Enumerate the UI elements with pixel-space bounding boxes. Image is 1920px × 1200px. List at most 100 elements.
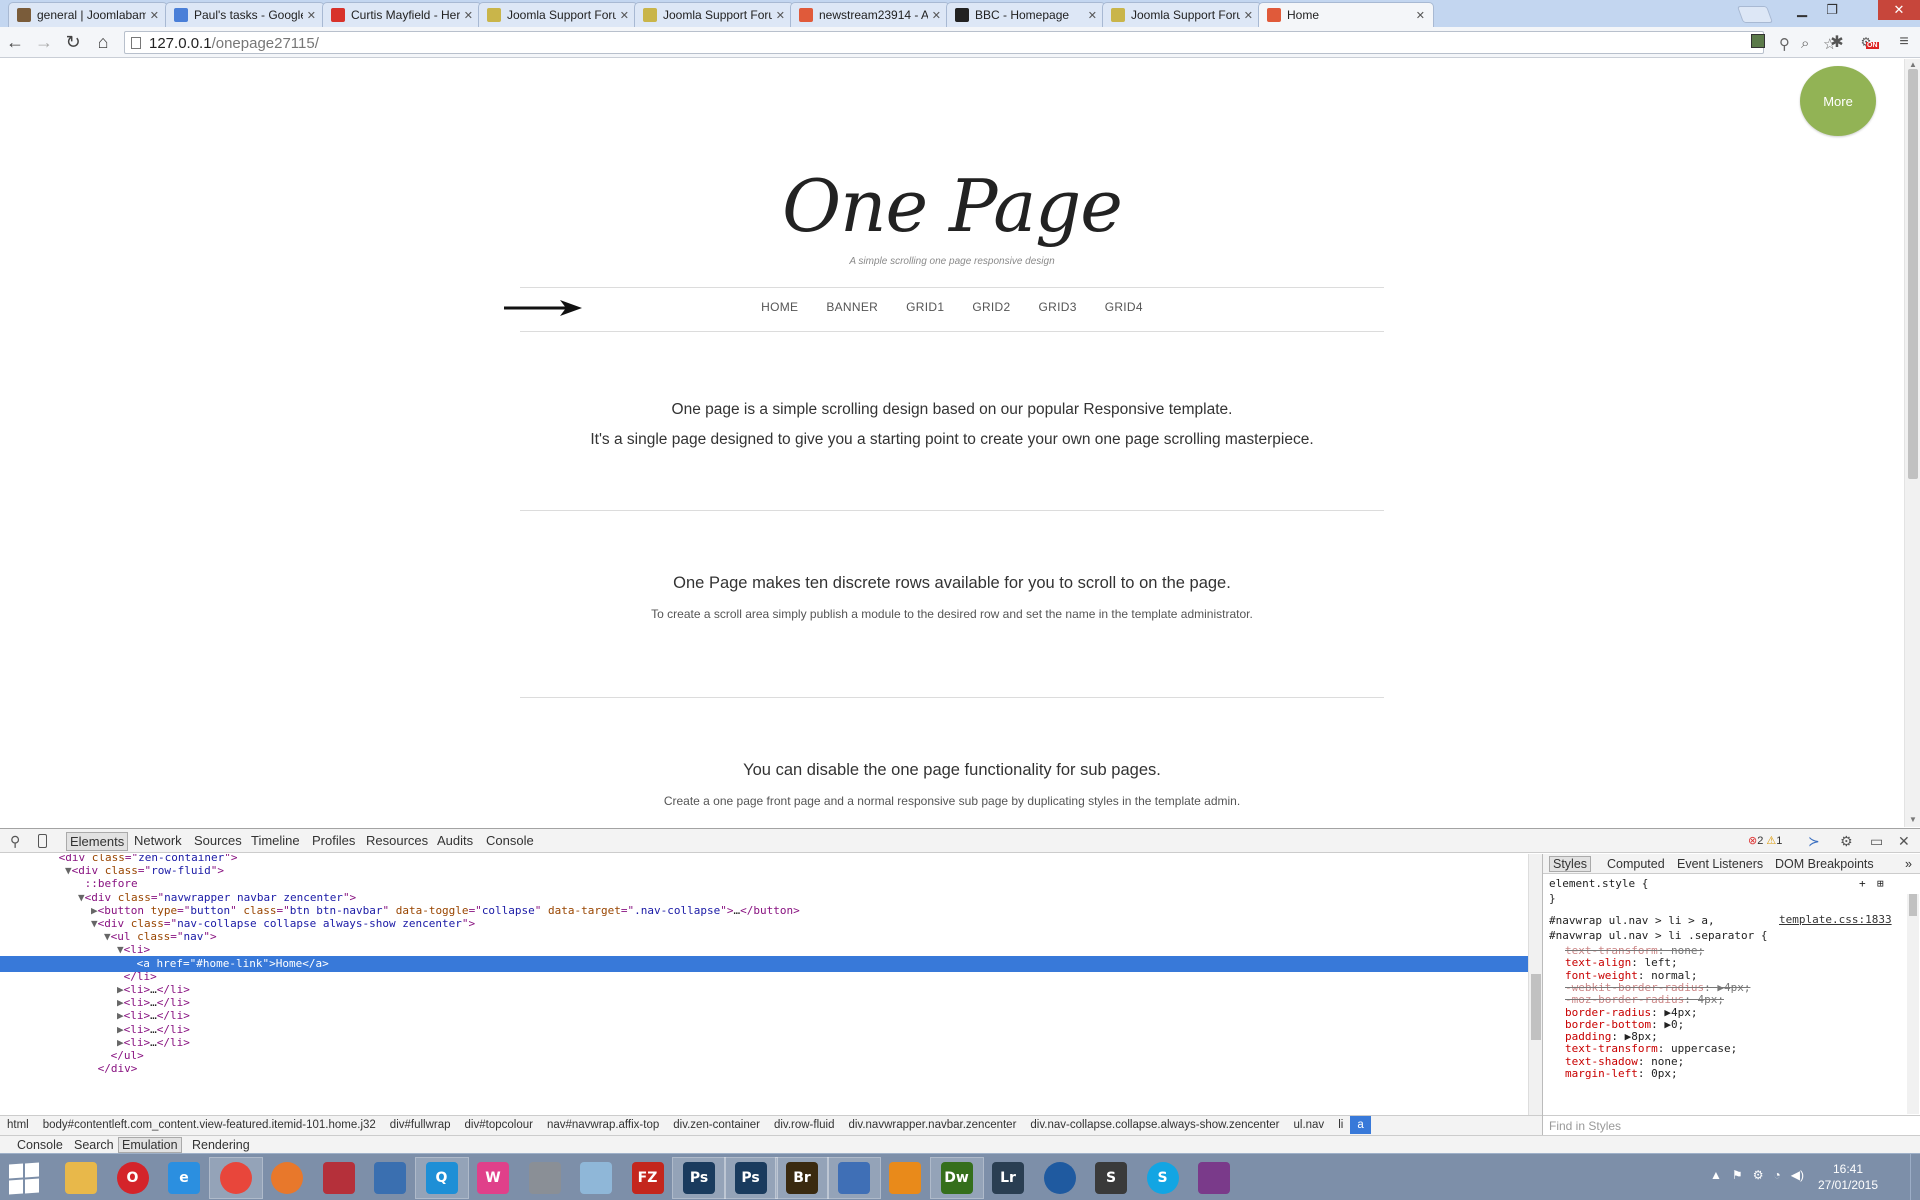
tab-close-icon[interactable]: ✕	[464, 9, 473, 22]
taskbar-app[interactable]: FZ	[621, 1157, 675, 1199]
reload-icon[interactable]: ↻	[62, 31, 84, 53]
show-drawer-icon[interactable]: ≻	[1808, 833, 1820, 850]
system-clock[interactable]: 16:41 27/01/2015	[1808, 1161, 1888, 1193]
tab-close-icon[interactable]: ✕	[932, 9, 941, 22]
taskbar-app[interactable]: Lr	[981, 1157, 1035, 1199]
nav-banner[interactable]: BANNER	[826, 300, 878, 314]
tray-expand-icon[interactable]: ▲	[1710, 1168, 1722, 1182]
browser-tab[interactable]: Paul's tasks - Google Doc ✕	[165, 2, 325, 27]
taskbar-app[interactable]	[363, 1157, 417, 1199]
breadcrumb-item[interactable]: div.navwrapper.navbar.zencenter	[841, 1116, 1023, 1134]
wifi-icon[interactable]: ◔	[1773, 1168, 1780, 1182]
browser-tab[interactable]: Curtis Mayfield - Here But ✕	[322, 2, 482, 27]
taskbar-app[interactable]: S	[1136, 1157, 1190, 1199]
tab-event-listeners[interactable]: Event Listeners	[1677, 857, 1763, 871]
add-rule-icon[interactable]: +	[1859, 876, 1866, 891]
collapse-triangle-icon[interactable]: ▼	[65, 864, 72, 877]
address-bar[interactable]: 127.0.0.1/onepage27115/ ⚲ ⌕ ☆	[124, 31, 1836, 54]
expand-triangle-icon[interactable]: ▶	[117, 983, 124, 996]
taskbar-app[interactable]: Dw	[929, 1157, 984, 1199]
breadcrumb-item[interactable]: body#contentleft.com_content.view-featur…	[36, 1116, 383, 1134]
taskbar-app[interactable]	[1033, 1157, 1087, 1199]
tab-close-icon[interactable]: ✕	[620, 9, 629, 22]
breadcrumb-item[interactable]: div.row-fluid	[767, 1116, 842, 1134]
expand-triangle-icon[interactable]: ▶	[117, 996, 124, 1009]
new-tab-button[interactable]	[1736, 6, 1774, 23]
tab-profiles[interactable]: Profiles	[309, 833, 358, 848]
minimize-button[interactable]: ▁	[1788, 0, 1816, 20]
settings-gear-icon[interactable]: ⚙	[1840, 833, 1853, 850]
breadcrumb-item[interactable]: div.nav-collapse.collapse.always-show.ze…	[1023, 1116, 1286, 1134]
collapse-triangle-icon[interactable]: ▼	[78, 891, 85, 904]
scroll-up-icon[interactable]: ▲	[1909, 60, 1917, 69]
page-scrollbar-thumb[interactable]	[1908, 69, 1918, 479]
taskbar-app[interactable]	[1187, 1157, 1241, 1199]
styles-scrollbar-thumb[interactable]	[1909, 894, 1917, 916]
network-settings-icon[interactable]: ⚙	[1753, 1168, 1764, 1182]
taskbar-app[interactable]: Q	[414, 1157, 469, 1199]
dom-tree[interactable]: <div class="zen-container"> ▼<div class="…	[0, 854, 1528, 1115]
taskbar-app[interactable]: Ps	[672, 1157, 726, 1199]
tab-dom-breakpoints[interactable]: DOM Breakpoints	[1775, 857, 1874, 871]
tab-styles[interactable]: Styles	[1549, 856, 1592, 872]
breadcrumb-item[interactable]: div#fullwrap	[383, 1116, 458, 1134]
extension-on-icon[interactable]: ⚙ON	[1856, 32, 1879, 52]
forward-icon[interactable]: →	[33, 31, 55, 53]
taskbar-app[interactable]	[518, 1157, 572, 1199]
taskbar-app[interactable]	[569, 1157, 623, 1199]
taskbar-app[interactable]: S	[1084, 1157, 1138, 1199]
show-desktop-button[interactable]	[1910, 1154, 1920, 1200]
start-windows-icon[interactable]	[8, 1162, 40, 1195]
breadcrumb-item[interactable]: div#topcolour	[458, 1116, 540, 1134]
expand-triangle-icon[interactable]: ▶	[117, 1023, 124, 1036]
breadcrumb-item[interactable]: ul.nav	[1287, 1116, 1332, 1134]
collapse-triangle-icon[interactable]: ▼	[104, 930, 111, 943]
window-close-button[interactable]: ✕	[1878, 0, 1920, 20]
tab-network[interactable]: Network	[131, 833, 185, 848]
collapse-triangle-icon[interactable]: ▼	[91, 917, 98, 930]
dom-tree-scrollbar-thumb[interactable]	[1531, 974, 1541, 1040]
scroll-down-icon[interactable]: ▼	[1909, 815, 1917, 824]
toggle-state-icon[interactable]: ⊞	[1877, 876, 1884, 891]
devtools-close-icon[interactable]: ✕	[1898, 833, 1910, 850]
rule-selector-1[interactable]: #navwrap ul.nav > li > a,	[1549, 913, 1715, 928]
css-property[interactable]: margin-left: 0px;	[1565, 1066, 1678, 1081]
taskbar-app[interactable]	[54, 1157, 108, 1199]
image-icon[interactable]	[1751, 34, 1765, 48]
breadcrumb-item[interactable]: html	[0, 1116, 36, 1134]
browser-tab[interactable]: Home ✕	[1258, 2, 1434, 27]
taskbar-app[interactable]	[312, 1157, 366, 1199]
find-in-styles-input[interactable]: Find in Styles	[1543, 1115, 1920, 1135]
browser-tab[interactable]: Joomla Support Forum :: T ✕	[634, 2, 794, 27]
zoom-icon[interactable]: ⌕	[1801, 35, 1809, 52]
menu-icon[interactable]: ≡	[1894, 32, 1914, 52]
tab-console[interactable]: Console	[483, 833, 537, 848]
breadcrumb-item[interactable]: nav#navwrap.affix-top	[540, 1116, 666, 1134]
tab-close-icon[interactable]: ✕	[1088, 9, 1097, 22]
volume-icon[interactable]: ◀)	[1791, 1168, 1804, 1182]
taskbar-app[interactable]: e	[157, 1157, 211, 1199]
drawer-tab-emulation[interactable]: Emulation	[118, 1137, 182, 1153]
back-icon[interactable]: ←	[4, 31, 26, 53]
taskbar-app[interactable]	[260, 1157, 314, 1199]
more-button[interactable]: More	[1800, 66, 1876, 136]
taskbar-app[interactable]: Ps	[723, 1157, 778, 1199]
dom-tree-scrollbar[interactable]	[1528, 854, 1542, 1115]
taskbar-app[interactable]: W	[466, 1157, 520, 1199]
breadcrumb-item[interactable]: li	[1331, 1116, 1350, 1134]
expand-triangle-icon[interactable]: ▶	[117, 1009, 124, 1022]
tab-resources[interactable]: Resources	[363, 833, 431, 848]
browser-tab[interactable]: BBC - Homepage ✕	[946, 2, 1106, 27]
page-scrollbar[interactable]: ▲ ▼	[1904, 59, 1920, 827]
nav-home[interactable]: HOME	[761, 300, 798, 314]
drawer-tab-console[interactable]: Console	[14, 1138, 66, 1152]
flag-icon[interactable]: ⚑	[1732, 1168, 1743, 1182]
tab-computed[interactable]: Computed	[1607, 857, 1665, 871]
element-style-rule[interactable]: element.style {	[1549, 876, 1648, 891]
tab-audits[interactable]: Audits	[434, 833, 476, 848]
collapse-triangle-icon[interactable]: ▼	[117, 943, 124, 956]
tab-close-icon[interactable]: ✕	[307, 9, 316, 22]
drawer-tab-search[interactable]: Search	[71, 1138, 117, 1152]
rule-selector-2[interactable]: #navwrap ul.nav > li .separator {	[1549, 928, 1768, 943]
device-mode-icon[interactable]	[38, 834, 47, 848]
